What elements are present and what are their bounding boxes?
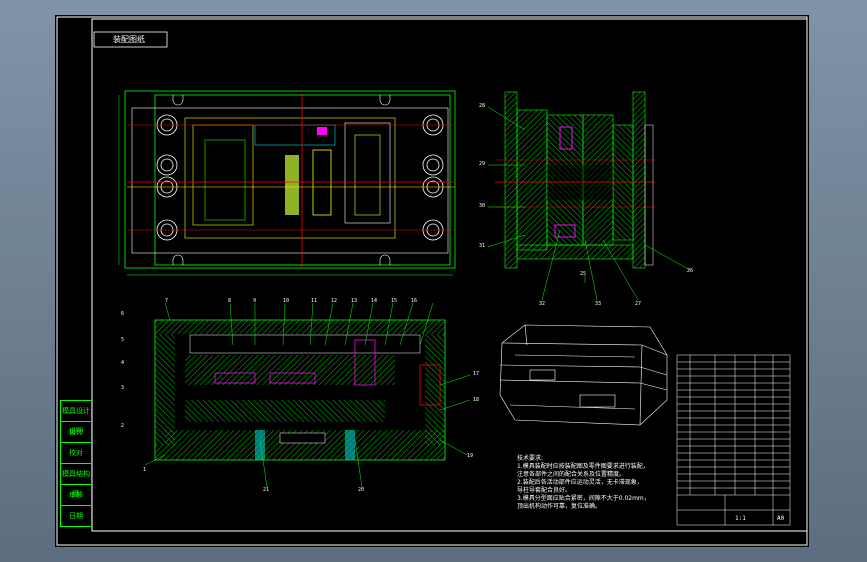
drawing-title-label: 装配图纸 [113,35,145,44]
part-number-label: 15 [391,298,398,304]
drawing-sheet: 装配图纸 模具设计说明 设计 校对 模具结构图 审核 日期 技术要求: 1.模具… [55,15,809,547]
technical-requirements: 技术要求: 1.模具装配时应按装配图及零件图要求进行装配， 注意各部件之间的配合… [517,455,722,511]
sheet-size-label: A0 [777,515,785,522]
part-number-label: 20 [358,487,365,493]
part-number-label: 2 [121,423,125,429]
part-number-label: 27 [635,301,642,307]
part-number-label: 16 [411,298,418,304]
part-number-label: 19 [467,453,474,459]
front-section-view [144,302,471,488]
part-number-label: 4 [121,360,125,366]
notes-line: 3.模具分型面应贴合紧密，间隙不大于0.02mm， [517,495,650,502]
part-number-label: 26 [687,268,694,274]
part-number-label: 30 [479,203,486,209]
cad-window: 装配图纸 模具设计说明 设计 校对 模具结构图 审核 日期 技术要求: 1.模具… [0,0,867,562]
part-number-label: 32 [539,301,546,307]
part-number-label: 29 [479,161,486,167]
side-stamp-table: 模具设计说明 设计 校对 模具结构图 审核 日期 [58,400,92,530]
stamp-row: 模具设计说明 [60,400,92,435]
scale-label: 1:1 [735,515,746,522]
notes-heading: 技术要求: [517,455,544,462]
stamp-row: 审核 [60,484,92,506]
part-number-label: 1 [143,467,147,473]
part-number-label: 9 [253,298,257,304]
part-number-label: 8 [228,298,232,304]
notes-line: 1.模具装配时应按装配图及零件图要求进行装配， [517,463,649,470]
stamp-row: 模具结构图 [60,463,92,498]
part-number-label: 13 [351,298,358,304]
part-number-label: 33 [595,301,602,307]
part-number-label: 6 [121,311,125,317]
part-number-label: 11 [311,298,318,304]
stamp-row: 日期 [60,505,92,527]
part-number-label: 17 [473,371,480,377]
notes-line: 导柱导套配合良好。 [517,487,572,494]
stamp-row: 设计 [60,421,92,443]
part-number-label: 3 [121,385,125,391]
part-number-label: 7 [165,298,169,304]
part-number-label: 28 [479,103,486,109]
part-number-label: 25 [580,271,587,277]
side-section-view [487,91,691,301]
part-number-label: 5 [121,337,125,343]
part-number-label: 31 [479,243,486,249]
part-number-label: 14 [371,298,378,304]
plan-view [118,90,456,276]
notes-line: 2.装配后各活动部件应运动灵活，无卡滞现象， [517,479,643,486]
part-number-label: 10 [283,298,290,304]
part-number-label: 18 [473,397,480,403]
isometric-view [499,324,668,426]
notes-line: 注意各部件之间的配合关系及位置精度。 [517,471,626,478]
part-number-label: 12 [331,298,338,304]
notes-line: 顶出机构动作可靠，复位准确。 [517,503,602,510]
part-number-label: 21 [263,487,270,493]
stamp-row: 校对 [60,442,92,464]
